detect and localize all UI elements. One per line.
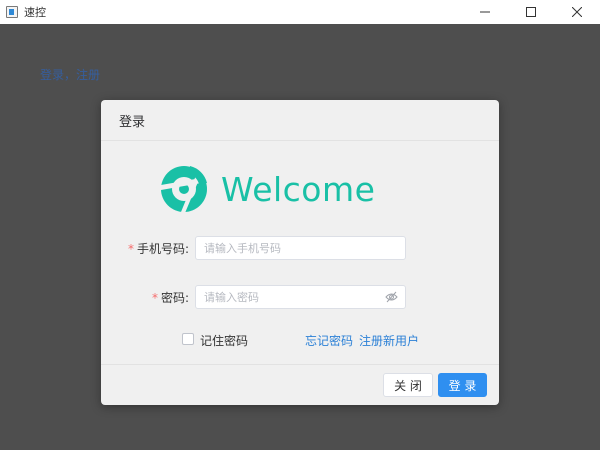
password-label-text: 密码: <box>160 290 189 305</box>
login-dialog: 登录 Welcome *手机号码: *密码: <box>101 100 499 405</box>
window-titlebar: 速控 <box>0 0 600 25</box>
app-icon <box>6 6 18 18</box>
window-controls <box>462 0 600 24</box>
dialog-header: 登录 <box>101 100 499 141</box>
phone-input[interactable] <box>204 241 397 255</box>
forgot-password-link[interactable]: 忘记密码 <box>305 332 353 349</box>
dialog-footer: 关 闭 登 录 <box>101 364 499 405</box>
password-input[interactable] <box>204 290 397 304</box>
password-label: * 密码: <box>101 289 189 306</box>
close-window-button[interactable] <box>554 0 600 24</box>
required-mark: * <box>127 241 134 256</box>
login-options: 记住密码 忘记密码 注册新用户 <box>182 332 422 348</box>
remember-password-checkbox[interactable] <box>182 333 194 345</box>
phone-row: * 手机号码: <box>101 236 406 260</box>
minimize-button[interactable] <box>462 0 508 24</box>
login-button[interactable]: 登 录 <box>438 373 487 397</box>
required-mark: * <box>151 290 158 305</box>
phone-label-text: 手机号码: <box>136 241 189 256</box>
background-login-register-link[interactable]: 登录，注册 <box>40 68 100 82</box>
maximize-button[interactable] <box>508 0 554 24</box>
password-input-wrapper[interactable] <box>195 285 406 309</box>
phone-input-wrapper[interactable] <box>195 236 406 260</box>
eye-off-icon[interactable] <box>385 291 398 303</box>
close-icon <box>572 7 582 17</box>
dialog-title: 登录 <box>119 114 146 130</box>
welcome-logo: Welcome <box>159 164 375 214</box>
background-links: 登录，注册 <box>40 66 100 83</box>
remember-password-label[interactable]: 记住密码 <box>200 332 248 349</box>
maximize-icon <box>526 7 536 17</box>
password-row: * 密码: <box>101 285 406 309</box>
phone-label: * 手机号码: <box>101 240 189 257</box>
close-button[interactable]: 关 闭 <box>383 373 433 397</box>
welcome-heading: Welcome <box>221 169 376 209</box>
minimize-icon <box>480 11 490 13</box>
logo-disc-icon <box>161 166 207 213</box>
register-link[interactable]: 注册新用户 <box>359 332 419 349</box>
window-title: 速控 <box>24 6 46 19</box>
